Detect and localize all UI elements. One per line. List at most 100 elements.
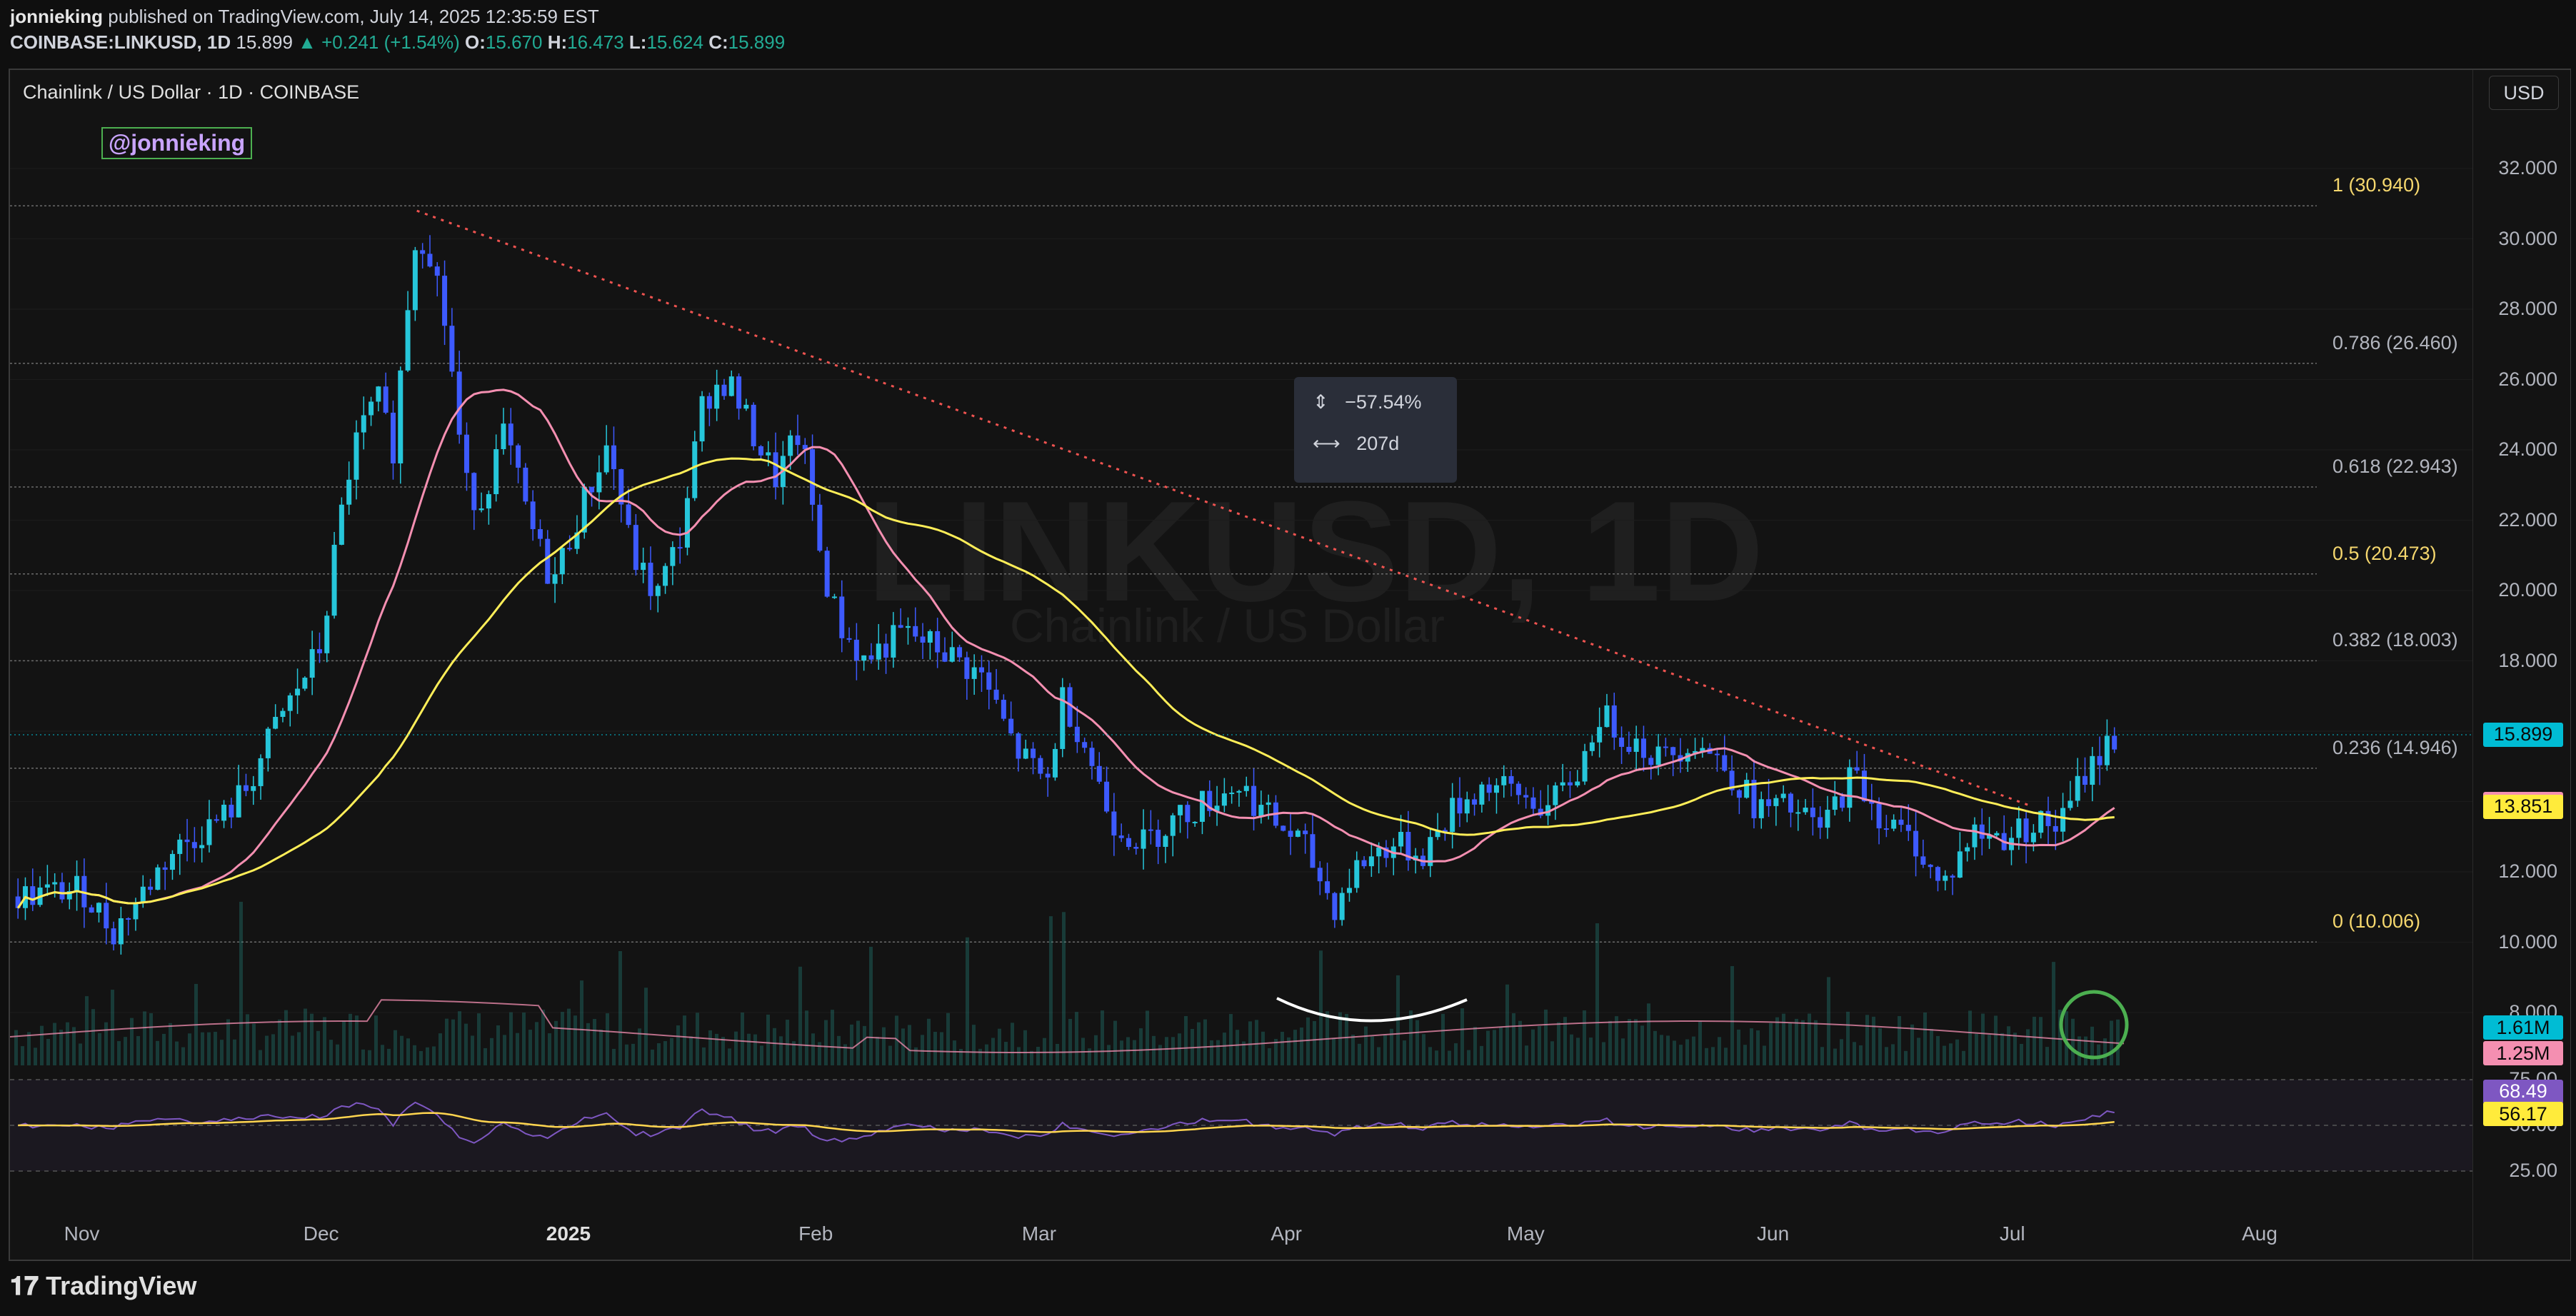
volume-bar: [394, 1030, 397, 1065]
candle-body: [957, 647, 963, 658]
volume-bar: [471, 1035, 474, 1065]
candle-body: [1486, 784, 1492, 793]
candle-body: [1185, 805, 1191, 823]
volume-bar: [1576, 1038, 1580, 1065]
candle-body: [2045, 810, 2051, 826]
candle-body: [1288, 830, 1293, 837]
volume-bar: [2071, 1018, 2075, 1065]
volume-bar: [972, 1025, 976, 1065]
volume-bar: [1345, 1013, 1348, 1065]
volume-bar: [998, 1028, 1001, 1065]
candle-body: [104, 903, 109, 929]
candle-body: [1243, 785, 1249, 791]
volume-bar: [1666, 1035, 1670, 1065]
time-axis[interactable]: Nov Dec 2025 Feb Mar Apr May Jun Jul Aug: [10, 1210, 2472, 1260]
tradingview-logo-icon: 𝟏𝟕: [10, 1271, 39, 1300]
volume-bar: [21, 1046, 24, 1065]
rsi-badge: 56.17: [2483, 1102, 2563, 1127]
volume-bar: [252, 1023, 256, 1065]
candle-body: [2112, 735, 2118, 750]
candle-body: [478, 508, 484, 511]
volume-bar: [869, 946, 873, 1065]
ohlc-line: COINBASE:LINKUSD, 1D 15.899 ▲ +0.241 (+1…: [10, 31, 785, 54]
candle-body: [1788, 793, 1793, 813]
volume-bar: [940, 1032, 943, 1065]
candle-body: [383, 386, 389, 413]
volume-bar: [464, 1023, 468, 1065]
candle-body: [221, 804, 227, 821]
volume-bar: [1878, 1028, 1882, 1065]
volume-bar: [259, 1050, 262, 1065]
price-axis[interactable]: USD 32.000 30.000 28.000 26.000 24.000 22.000…: [2472, 70, 2570, 1260]
tradingview-logo[interactable]: 𝟏𝟕 TradingView: [10, 1271, 196, 1302]
volume-bar: [1673, 1040, 1676, 1065]
currency-button[interactable]: USD: [2489, 76, 2559, 110]
rsi-pane[interactable]: [10, 1067, 2472, 1210]
volume-bar: [1171, 1037, 1175, 1065]
volume-bar: [824, 1020, 828, 1065]
volume-bar: [2033, 1016, 2036, 1065]
volume-bar: [117, 1041, 121, 1065]
open-value: 15.670: [485, 31, 543, 53]
volume-bar: [181, 1047, 185, 1065]
volume-bar: [1853, 1042, 1856, 1065]
volume-bar: [323, 1017, 326, 1065]
volume-bar: [1422, 1034, 1425, 1065]
candle-body: [1920, 856, 1926, 865]
candle-body: [559, 548, 565, 575]
volume-bar: [1023, 1030, 1027, 1065]
volume-bar: [921, 1035, 924, 1065]
volume-bar: [1293, 1030, 1297, 1065]
candle-body: [1818, 817, 1823, 828]
volume-bar: [1467, 1050, 1470, 1065]
volume-bar: [381, 1045, 384, 1065]
volume-bar: [104, 1022, 108, 1065]
volume-bar: [1281, 1031, 1284, 1065]
candle-body: [964, 657, 970, 679]
candle-body: [1582, 750, 1588, 782]
chart-frame: LINKUSD, 1D Chainlink / US Dollar Chainl…: [9, 69, 2571, 1261]
volume-bar: [1930, 1029, 1933, 1065]
volume-bar: [760, 1045, 763, 1065]
price-pane[interactable]: LINKUSD, 1D Chainlink / US Dollar Chainl…: [10, 70, 2472, 1065]
volume-bar: [1184, 1015, 1188, 1065]
price-tick: 26.000: [2498, 368, 2557, 390]
candle-body: [493, 449, 499, 495]
candle-body: [1266, 802, 1271, 805]
candle-body: [44, 884, 50, 888]
candle-body: [1163, 835, 1168, 847]
candle-body: [1398, 832, 1404, 847]
volume-badge: 1.25M: [2483, 1041, 2563, 1065]
volume-bar: [1499, 1027, 1503, 1065]
volume-bar: [786, 1020, 789, 1065]
volume-bar: [1146, 1010, 1149, 1065]
candle-body: [1450, 798, 1455, 833]
author-name[interactable]: jonnieking: [10, 6, 103, 27]
volume-bar: [1261, 1031, 1265, 1065]
candle-body: [1317, 868, 1323, 882]
candle-body: [1325, 881, 1330, 893]
volume-bar: [1460, 1008, 1464, 1065]
candle-body: [795, 435, 801, 446]
volume-bar: [1094, 1035, 1098, 1065]
candle-body: [1038, 758, 1043, 774]
time-tick: Mar: [1021, 1222, 1057, 1245]
volume-bar: [721, 1037, 725, 1065]
volume-bar: [1152, 1035, 1156, 1065]
candle-body: [2068, 800, 2073, 808]
volume-bar: [535, 1022, 538, 1065]
candle-body: [1736, 790, 1742, 798]
volume-bar: [1435, 1050, 1438, 1065]
candle-body: [405, 310, 411, 371]
volume-bar: [1808, 1013, 1811, 1065]
volume-bar: [933, 1032, 937, 1065]
volume-bar: [1370, 1036, 1374, 1065]
volume-bar: [1640, 1025, 1644, 1065]
candle-body: [2030, 833, 2036, 843]
symbol-code[interactable]: COINBASE:LINKUSD, 1D: [10, 31, 231, 53]
volume-bar: [130, 1018, 134, 1065]
volume-bar: [207, 1032, 211, 1065]
fib-label: 0.236 (14.946): [2332, 736, 2458, 758]
high-label: H:: [547, 31, 568, 53]
fib-label: 0.5 (20.473): [2332, 542, 2437, 564]
